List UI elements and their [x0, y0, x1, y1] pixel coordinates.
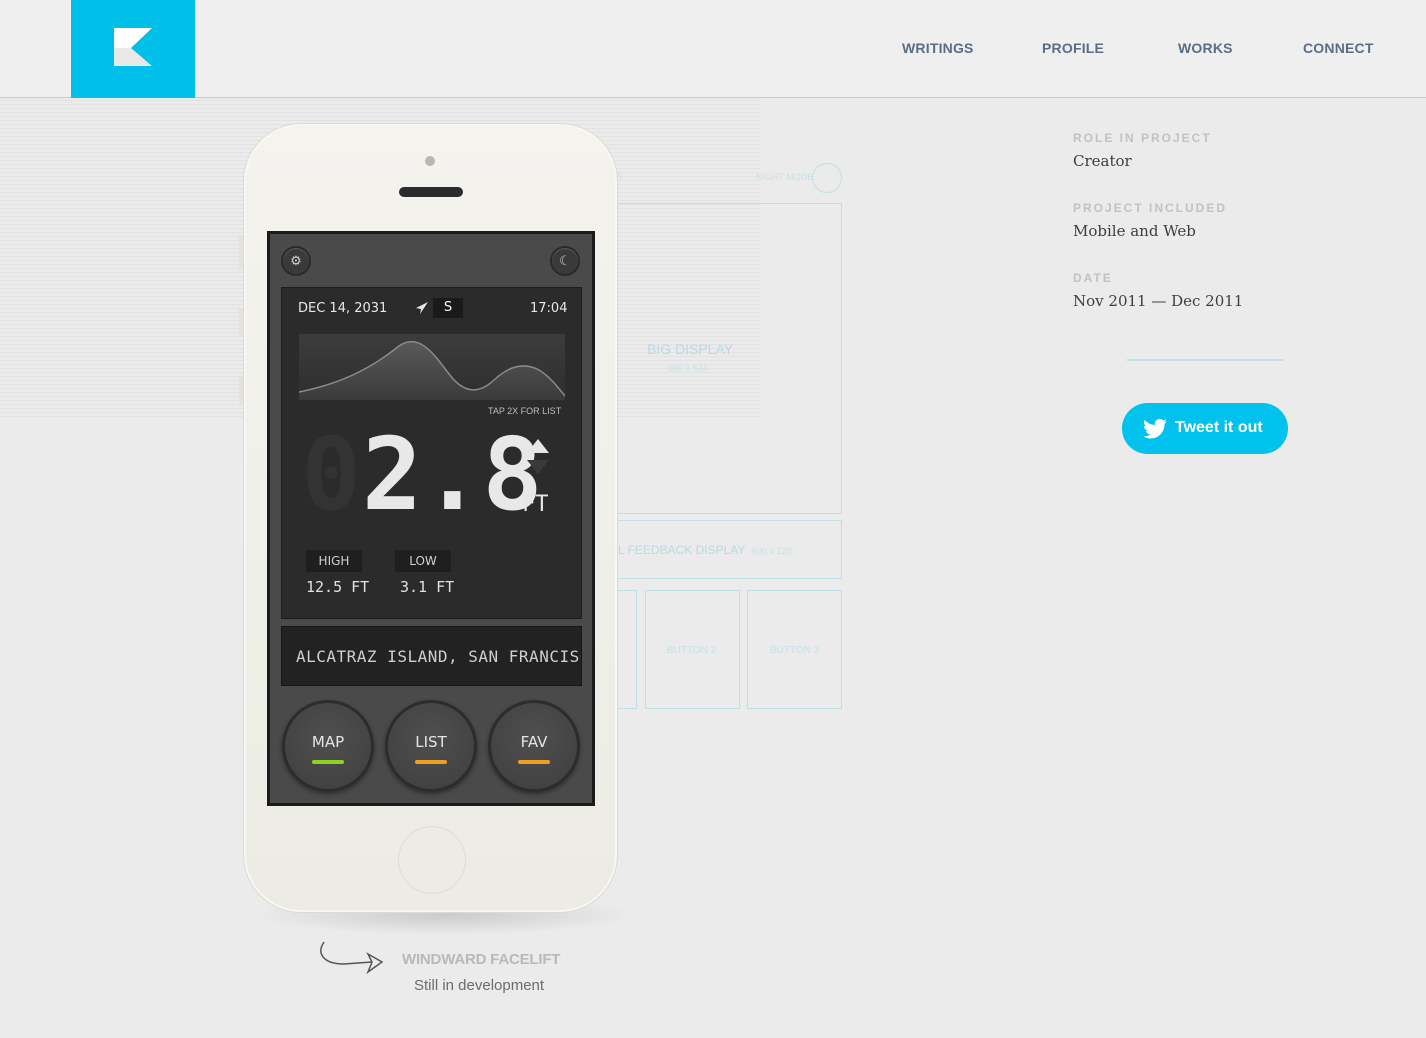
night-mode-button[interactable]: ☾	[550, 246, 580, 276]
fav-button-label: FAV	[520, 733, 548, 751]
nav-connect[interactable]: CONNECT	[1303, 40, 1374, 56]
wireframe-button2-label: BUTTON 2	[667, 645, 717, 656]
gear-icon: ⚙	[290, 253, 302, 268]
wireframe-big-display	[600, 203, 842, 514]
date-value: Nov 2011 — Dec 2011	[1073, 292, 1244, 310]
site-header: WRITINGS PROFILE WORKS CONNECT	[0, 0, 1426, 98]
rising-arrow-icon	[527, 439, 549, 453]
wireframe-feedback-label: L FEEDBACK DISPLAY	[618, 543, 746, 557]
location-text: ALCATRAZ ISLAND, SAN FRANCISCO BAY	[296, 647, 581, 666]
site-logo[interactable]	[71, 0, 195, 98]
map-indicator	[312, 760, 344, 764]
tap-hint: TAP 2X FOR LIST	[488, 406, 562, 416]
location-ticker: ALCATRAZ ISLAND, SAN FRANCISCO BAY	[281, 626, 582, 686]
phone-camera	[425, 156, 435, 166]
fav-indicator	[518, 760, 550, 764]
tide-curve-chart[interactable]	[299, 334, 565, 400]
included-value: Mobile and Web	[1073, 222, 1196, 240]
tide-date: DEC 14, 2031	[298, 301, 388, 316]
nav-writings[interactable]: WRITINGS	[902, 40, 974, 56]
compass-arrow-icon	[416, 302, 428, 314]
tide-unit: FT	[522, 492, 549, 517]
date-label: DATE	[1073, 271, 1113, 285]
wireframe-feedback-size: 600 x 120	[752, 546, 792, 556]
tweet-button[interactable]: Tweet it out	[1122, 403, 1288, 454]
ghost-digit: 0	[301, 416, 362, 533]
map-button-label: MAP	[311, 733, 345, 751]
settings-button[interactable]: ⚙	[281, 246, 311, 276]
project-title: WINDWARD FACELIFT	[402, 951, 561, 968]
logo-mark-icon	[114, 28, 152, 66]
project-status: Still in development	[414, 977, 545, 994]
wind-direction: S	[433, 298, 463, 318]
role-label: ROLE IN PROJECT	[1073, 131, 1212, 145]
list-indicator	[415, 760, 447, 764]
nav-works[interactable]: WORKS	[1178, 40, 1233, 56]
phone-home-button	[398, 826, 466, 894]
high-label: HIGH	[306, 550, 362, 572]
fav-button[interactable]: FAV	[488, 700, 580, 792]
wireframe-big-display-label: BIG DISPLAY	[647, 341, 734, 357]
map-button[interactable]: MAP	[282, 700, 374, 792]
high-value: 12.5 FT	[306, 578, 370, 596]
role-value: Creator	[1073, 152, 1132, 170]
wireframe-button3-label: BUTTON 3	[770, 645, 820, 656]
low-value: 3.1 FT	[400, 578, 455, 596]
meta-divider	[1127, 359, 1283, 361]
wireframe-night-mode-label: NIGHT MODE	[756, 172, 814, 182]
low-label: LOW	[395, 550, 451, 572]
nav-profile[interactable]: PROFILE	[1042, 40, 1104, 56]
wireframe-night-mode-circle	[812, 163, 842, 193]
tweet-button-label: Tweet it out	[1175, 419, 1263, 436]
wireframe-big-display-size: 600 x 624	[668, 363, 708, 373]
falling-arrow-icon	[527, 460, 549, 474]
twitter-bird-icon	[1143, 419, 1167, 439]
phone-speaker	[399, 187, 463, 197]
tide-reading: 2.8	[362, 416, 543, 533]
included-label: PROJECT INCLUDED	[1073, 201, 1228, 215]
curved-arrow-icon	[320, 941, 384, 975]
tide-time: 17:04	[530, 301, 568, 316]
list-button[interactable]: LIST	[385, 700, 477, 792]
list-button-label: LIST	[415, 733, 447, 751]
moon-icon: ☾	[559, 253, 571, 268]
